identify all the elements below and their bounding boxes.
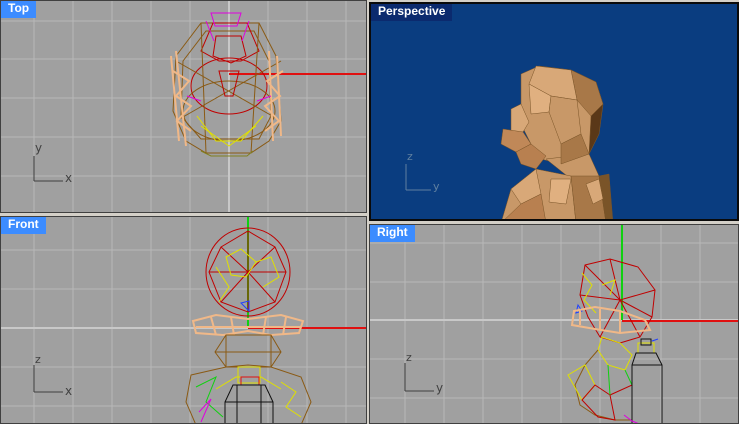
wireframe-model	[567, 258, 663, 423]
axis-label-horizontal: y	[436, 381, 444, 395]
viewport-perspective-canvas	[405, 65, 613, 219]
axis-label-horizontal: y	[433, 180, 440, 193]
viewport-title-right[interactable]: Right	[370, 225, 415, 242]
viewport-title-perspective[interactable]: Perspective	[371, 4, 453, 21]
axis-triad-right	[404, 363, 434, 392]
axis-label-vertical: z	[407, 150, 413, 163]
viewport-title-top[interactable]: Top	[1, 1, 37, 18]
viewport-perspective[interactable]: Perspective z y	[369, 2, 739, 221]
viewport-front[interactable]: Front z x	[0, 216, 367, 424]
shaded-head-model	[500, 65, 613, 219]
axis-label-vertical: z	[35, 353, 41, 366]
axis-triad-front	[33, 365, 63, 393]
wireframe-model	[185, 227, 312, 423]
viewport-right-canvas	[370, 225, 738, 423]
grid	[370, 225, 738, 423]
viewport-right[interactable]: Right z y	[369, 224, 739, 424]
axis-label-vertical: z	[406, 351, 412, 364]
axis-label-vertical: y	[35, 141, 43, 155]
axis-label-horizontal: x	[65, 171, 73, 185]
viewport-top-canvas	[1, 1, 366, 212]
axis-triad-top	[33, 156, 63, 182]
wireframe-model	[170, 12, 284, 157]
viewport-top[interactable]: Top y x	[0, 0, 367, 213]
grid	[1, 217, 366, 423]
axis-triad-perspective	[405, 164, 431, 191]
viewport-title-front[interactable]: Front	[1, 217, 46, 234]
axis-label-horizontal: x	[65, 384, 73, 398]
viewport-front-canvas	[1, 217, 366, 423]
